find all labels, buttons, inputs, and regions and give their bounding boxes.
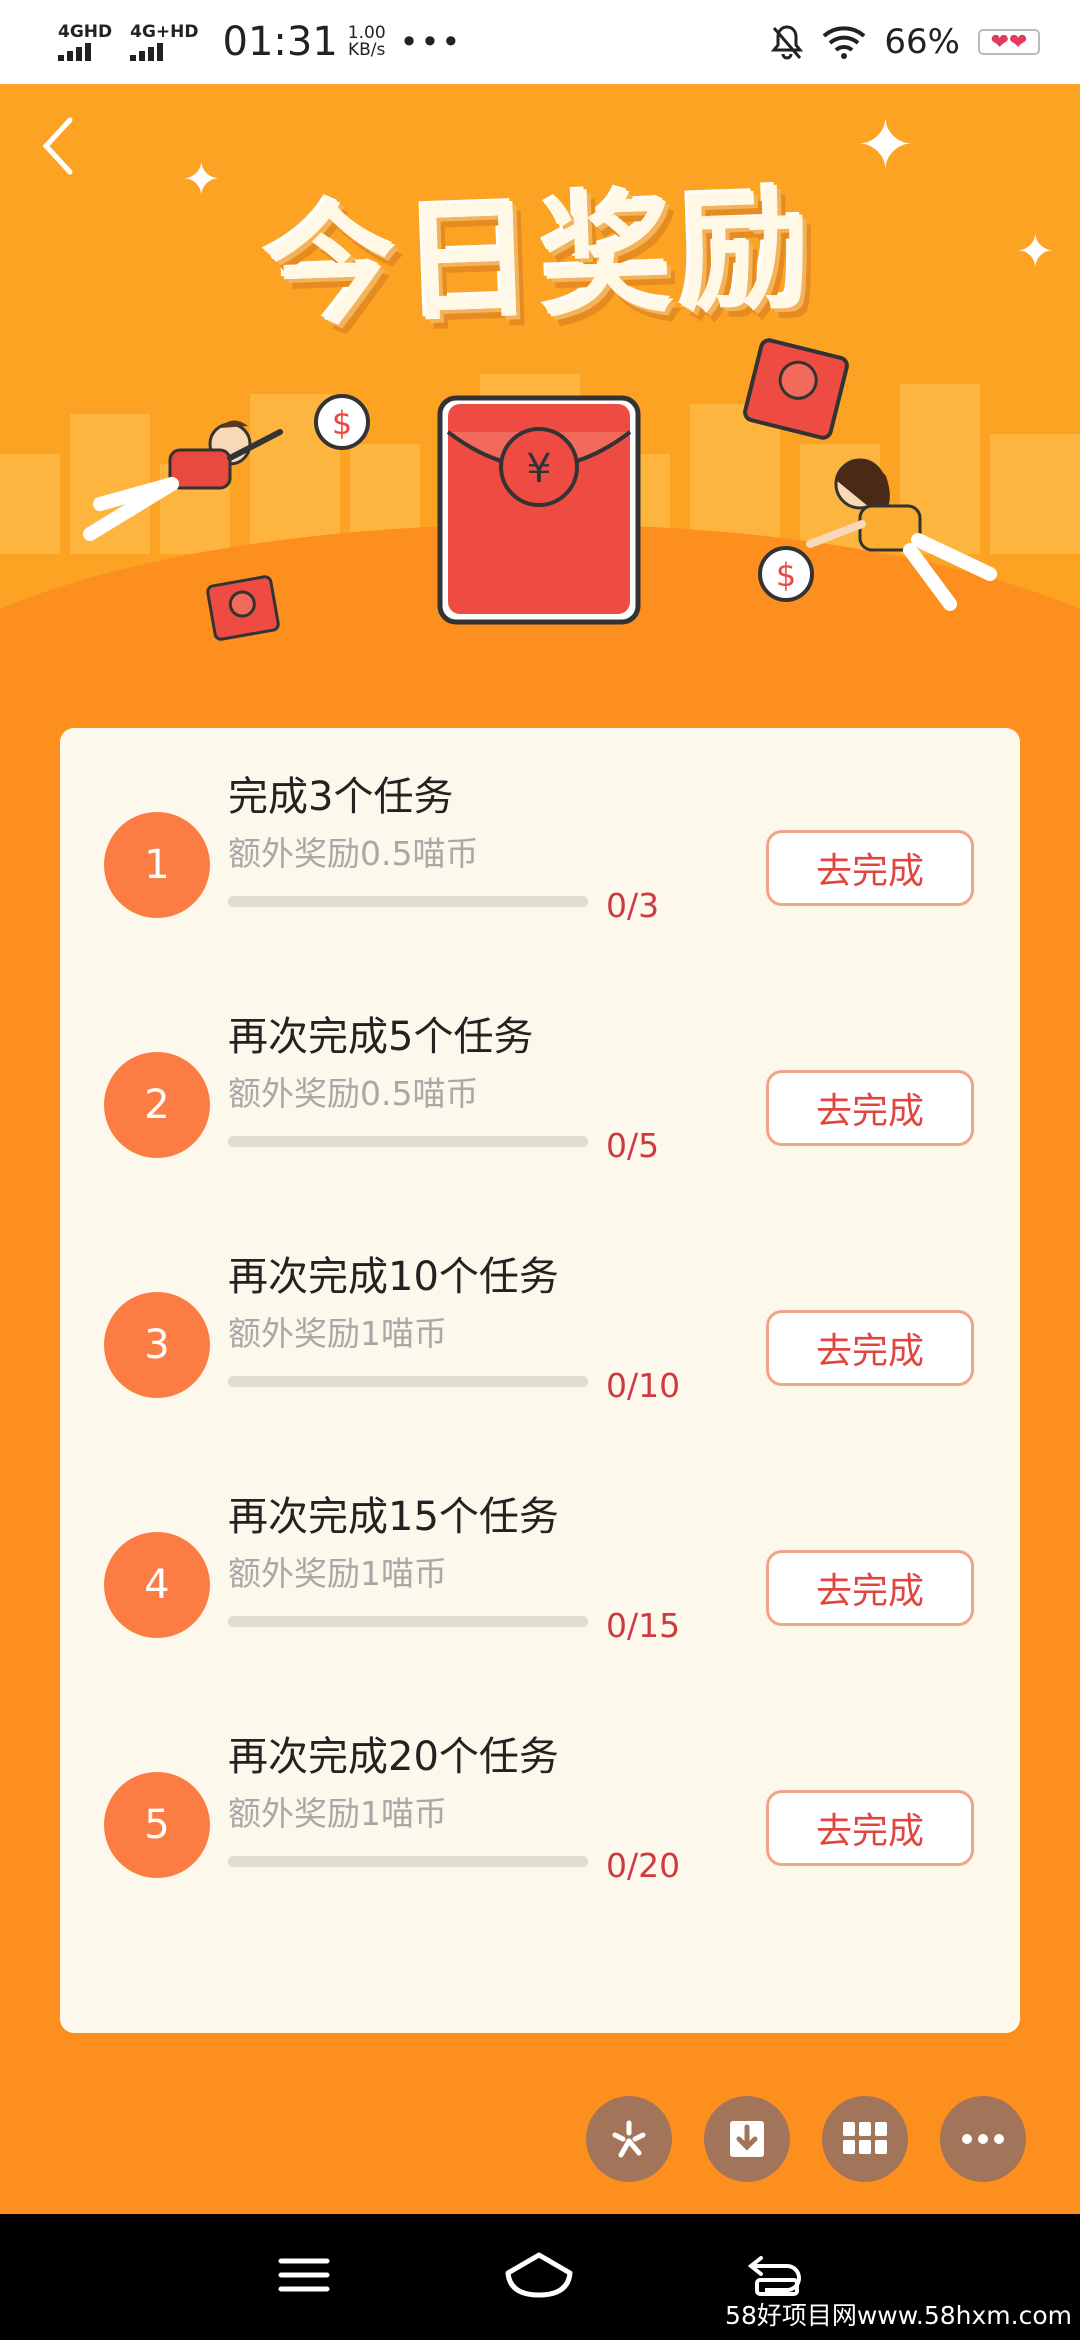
task-number-badge: 3 — [104, 1292, 210, 1398]
signal-bars-icon — [130, 42, 164, 61]
chevron-left-icon — [42, 117, 73, 175]
menu-icon — [278, 2258, 330, 2292]
home-icon — [505, 2252, 573, 2298]
task-progress-text: 0/5 — [606, 1126, 660, 1165]
task-reward: 额外奖励1喵币 — [228, 1314, 447, 1353]
coin-icon: $ — [314, 394, 370, 450]
task-progress-bar — [228, 1616, 588, 1627]
sparkle-icon: ✦ — [856, 104, 915, 186]
task-number-badge: 4 — [104, 1532, 210, 1638]
go-complete-button[interactable]: 去完成 — [766, 830, 974, 906]
boy-illustration — [83, 420, 283, 541]
task-row: 5 再次完成20个任务 额外奖励1喵币 0/20 去完成 — [60, 1708, 1020, 1908]
task-progress-text: 0/15 — [606, 1606, 681, 1645]
task-reward: 额外奖励0.5喵币 — [228, 834, 479, 873]
task-title: 再次完成10个任务 — [228, 1254, 559, 1300]
back-nav-button[interactable] — [747, 2252, 803, 2302]
clock: 01:31 — [222, 19, 338, 65]
go-complete-button[interactable]: 去完成 — [766, 1550, 974, 1626]
floating-toolbar — [586, 2096, 1026, 2182]
download-button[interactable] — [704, 2096, 790, 2182]
grid-button[interactable] — [822, 2096, 908, 2182]
sparkle-icon: ✦ — [1016, 224, 1055, 278]
page-title-wrap: 今日奖励 — [160, 152, 920, 345]
task-progress-bar — [228, 1136, 588, 1147]
task-progress-bar — [228, 1376, 588, 1387]
watermark: 58好项目网www.58hxm.com — [725, 2301, 1072, 2330]
task-reward: 额外奖励1喵币 — [228, 1794, 447, 1833]
signal-label: 4G+HD — [130, 21, 199, 42]
red-envelope-illustration: ¥ — [437, 395, 641, 625]
task-reward: 额外奖励1喵币 — [228, 1554, 447, 1593]
task-title: 完成3个任务 — [228, 774, 454, 820]
page-title: 今日奖励 — [261, 171, 819, 346]
back-button[interactable] — [38, 114, 88, 194]
task-row: 2 再次完成5个任务 额外奖励0.5喵币 0/5 去完成 — [60, 988, 1020, 1188]
signal-label: 4GHD — [58, 21, 113, 42]
task-progress-text: 0/3 — [606, 886, 660, 925]
system-nav-bar: 58好项目网www.58hxm.com — [0, 2214, 1080, 2340]
go-complete-button[interactable]: 去完成 — [766, 1790, 974, 1866]
svg-text:$: $ — [332, 404, 352, 442]
speed-unit: KB/s — [348, 40, 386, 60]
task-number-badge: 1 — [104, 812, 210, 918]
task-progress-bar — [228, 896, 588, 907]
sparkle-icon: ✦ — [182, 152, 221, 206]
back-icon — [748, 2256, 802, 2296]
menu-button[interactable] — [277, 2255, 331, 2299]
more-icon — [962, 2134, 1004, 2144]
svg-text:$: $ — [776, 556, 796, 594]
download-icon — [730, 2121, 764, 2157]
go-complete-button[interactable]: 去完成 — [766, 1070, 974, 1146]
task-number-badge: 5 — [104, 1772, 210, 1878]
task-title: 再次完成5个任务 — [228, 1014, 534, 1060]
task-reward: 额外奖励0.5喵币 — [228, 1074, 479, 1113]
task-title: 再次完成15个任务 — [228, 1494, 559, 1540]
task-row: 3 再次完成10个任务 额外奖励1喵币 0/10 去完成 — [60, 1228, 1020, 1428]
small-envelope-illustration — [206, 575, 280, 641]
task-progress-text: 0/10 — [606, 1366, 681, 1405]
girl-illustration — [806, 458, 997, 611]
wifi-icon — [823, 26, 866, 59]
svg-text:¥: ¥ — [526, 446, 551, 492]
task-row: 4 再次完成15个任务 额外奖励1喵币 0/15 去完成 — [60, 1468, 1020, 1668]
more-notifications: ••• — [399, 23, 463, 61]
task-progress-bar — [228, 1856, 588, 1867]
status-bar: 4GHD 4G+HD 01:31 1.00 KB/s ••• 66% ❤❤ — [0, 0, 1080, 84]
battery-percent: 66% — [884, 22, 960, 62]
signal-bars-icon — [58, 42, 91, 61]
cell-signal-1: 4GHD — [58, 21, 113, 61]
cell-signal-2: 4G+HD — [130, 21, 199, 61]
task-card: 1 完成3个任务 额外奖励0.5喵币 0/3 去完成 2 再次完成5个任务 额外… — [60, 728, 1020, 2033]
sparkle-button[interactable] — [586, 2096, 672, 2182]
task-title: 再次完成20个任务 — [228, 1734, 559, 1780]
sparkle-icon — [612, 2120, 646, 2158]
task-row: 1 完成3个任务 额外奖励0.5喵币 0/3 去完成 — [60, 748, 1020, 948]
task-number-badge: 2 — [104, 1052, 210, 1158]
grid-icon — [843, 2122, 887, 2154]
hero-banner: 今日奖励 ✦ ✦ ✦ ¥ $ $ — [0, 84, 1080, 664]
go-complete-button[interactable]: 去完成 — [766, 1310, 974, 1386]
task-progress-text: 0/20 — [606, 1846, 681, 1885]
mute-bell-icon — [771, 25, 804, 60]
network-speed: 1.00 KB/s — [348, 25, 386, 59]
more-button[interactable] — [940, 2096, 1026, 2182]
battery-icon: ❤❤ — [978, 29, 1040, 55]
home-button[interactable] — [504, 2251, 574, 2303]
